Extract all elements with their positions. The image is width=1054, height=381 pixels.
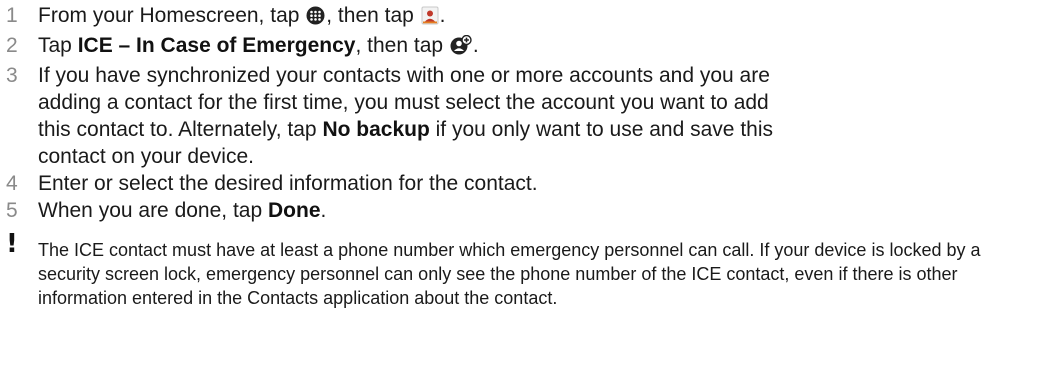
step-bold-term: No backup <box>322 118 430 141</box>
step-text: When you are done, tap <box>38 199 268 222</box>
step-text: , then tap <box>326 4 420 27</box>
step-text: . <box>320 199 327 222</box>
step-3: 3 If you have synchronized your contacts… <box>0 62 798 170</box>
step-text: Tap <box>38 34 78 57</box>
step-text: Enter or select the desired information … <box>38 172 538 195</box>
step-text: . <box>472 34 479 57</box>
contacts-app-icon <box>421 5 439 32</box>
step-number: 3 <box>6 64 18 87</box>
instruction-page: 1 From your Homescreen, tap , then tap .… <box>0 0 1054 381</box>
step-bold-term: Done <box>268 199 321 222</box>
apps-grid-icon <box>306 5 325 32</box>
step-number: 5 <box>6 199 18 222</box>
step-4: 4 Enter or select the desired informatio… <box>0 170 798 197</box>
note-block: ! The ICE contact must have at least a p… <box>0 231 1038 310</box>
step-bold-term: ICE – In Case of Emergency <box>77 34 356 57</box>
step-2: 2 Tap ICE – In Case of Emergency, then t… <box>0 32 798 62</box>
step-number: 2 <box>6 34 18 57</box>
step-1: 1 From your Homescreen, tap , then tap . <box>0 2 798 32</box>
note-text: The ICE contact must have at least a pho… <box>38 240 981 308</box>
step-text: From your Homescreen, tap <box>38 4 306 27</box>
add-contact-icon <box>450 34 472 62</box>
exclamation-icon: ! <box>6 229 18 259</box>
step-number: 1 <box>6 4 18 27</box>
step-text: , then tap <box>355 34 449 57</box>
step-number: 4 <box>6 172 18 195</box>
step-5: 5 When you are done, tap Done. <box>0 197 798 224</box>
step-text: . <box>439 4 446 27</box>
steps-list: 1 From your Homescreen, tap , then tap .… <box>0 2 1054 224</box>
